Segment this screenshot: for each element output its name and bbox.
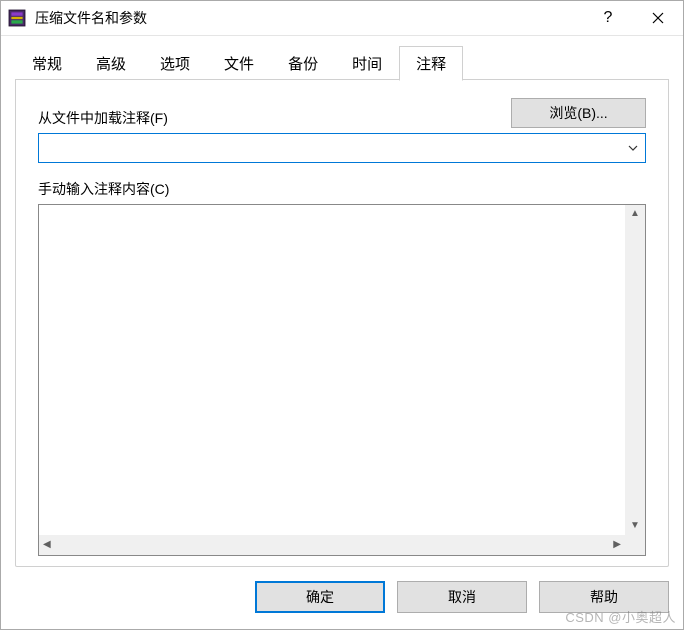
tab-panel-comment: 从文件中加载注释(F) 浏览(B)... 手动输入注释内容(C) ▲ ▼ ◀ ▶ — [15, 80, 669, 567]
tab-comment[interactable]: 注释 — [399, 46, 463, 81]
scroll-left-icon[interactable]: ◀ — [43, 540, 51, 550]
vertical-scrollbar[interactable]: ▲ ▼ — [625, 205, 645, 535]
comment-textarea[interactable] — [39, 205, 625, 535]
window-title: 压缩文件名和参数 — [35, 8, 583, 28]
tab-backup[interactable]: 备份 — [271, 46, 335, 80]
comment-textarea-wrap: ▲ ▼ ◀ ▶ — [38, 204, 646, 556]
dialog-button-row: 确定 取消 帮助 — [1, 581, 683, 629]
load-row: 从文件中加载注释(F) 浏览(B)... — [38, 98, 646, 128]
tab-options[interactable]: 选项 — [143, 46, 207, 80]
tab-advanced[interactable]: 高级 — [79, 46, 143, 80]
tab-time[interactable]: 时间 — [335, 46, 399, 80]
manual-input-label: 手动输入注释内容(C) — [38, 179, 646, 199]
cancel-button[interactable]: 取消 — [397, 581, 527, 613]
load-from-file-label: 从文件中加载注释(F) — [38, 108, 168, 128]
dialog-window: 压缩文件名和参数 ? 常规 高级 选项 文件 备份 时间 注释 从文件中加载注释… — [0, 0, 684, 630]
scroll-down-icon[interactable]: ▼ — [630, 521, 640, 531]
tab-general[interactable]: 常规 — [15, 46, 79, 80]
tab-files[interactable]: 文件 — [207, 46, 271, 80]
help-icon[interactable]: ? — [583, 1, 633, 36]
titlebar: 压缩文件名和参数 ? — [1, 1, 683, 36]
close-icon[interactable] — [633, 1, 683, 36]
app-icon — [7, 8, 27, 28]
file-combo-input[interactable] — [39, 134, 621, 162]
scroll-up-icon[interactable]: ▲ — [630, 209, 640, 219]
help-button[interactable]: 帮助 — [539, 581, 669, 613]
ok-button[interactable]: 确定 — [255, 581, 385, 613]
chevron-down-icon[interactable] — [621, 134, 645, 162]
scroll-right-icon[interactable]: ▶ — [613, 540, 621, 550]
scroll-corner — [625, 535, 645, 555]
browse-button[interactable]: 浏览(B)... — [511, 98, 646, 128]
file-combo[interactable] — [38, 133, 646, 163]
tab-bar: 常规 高级 选项 文件 备份 时间 注释 — [1, 36, 683, 80]
horizontal-scrollbar[interactable]: ◀ ▶ — [39, 535, 625, 555]
